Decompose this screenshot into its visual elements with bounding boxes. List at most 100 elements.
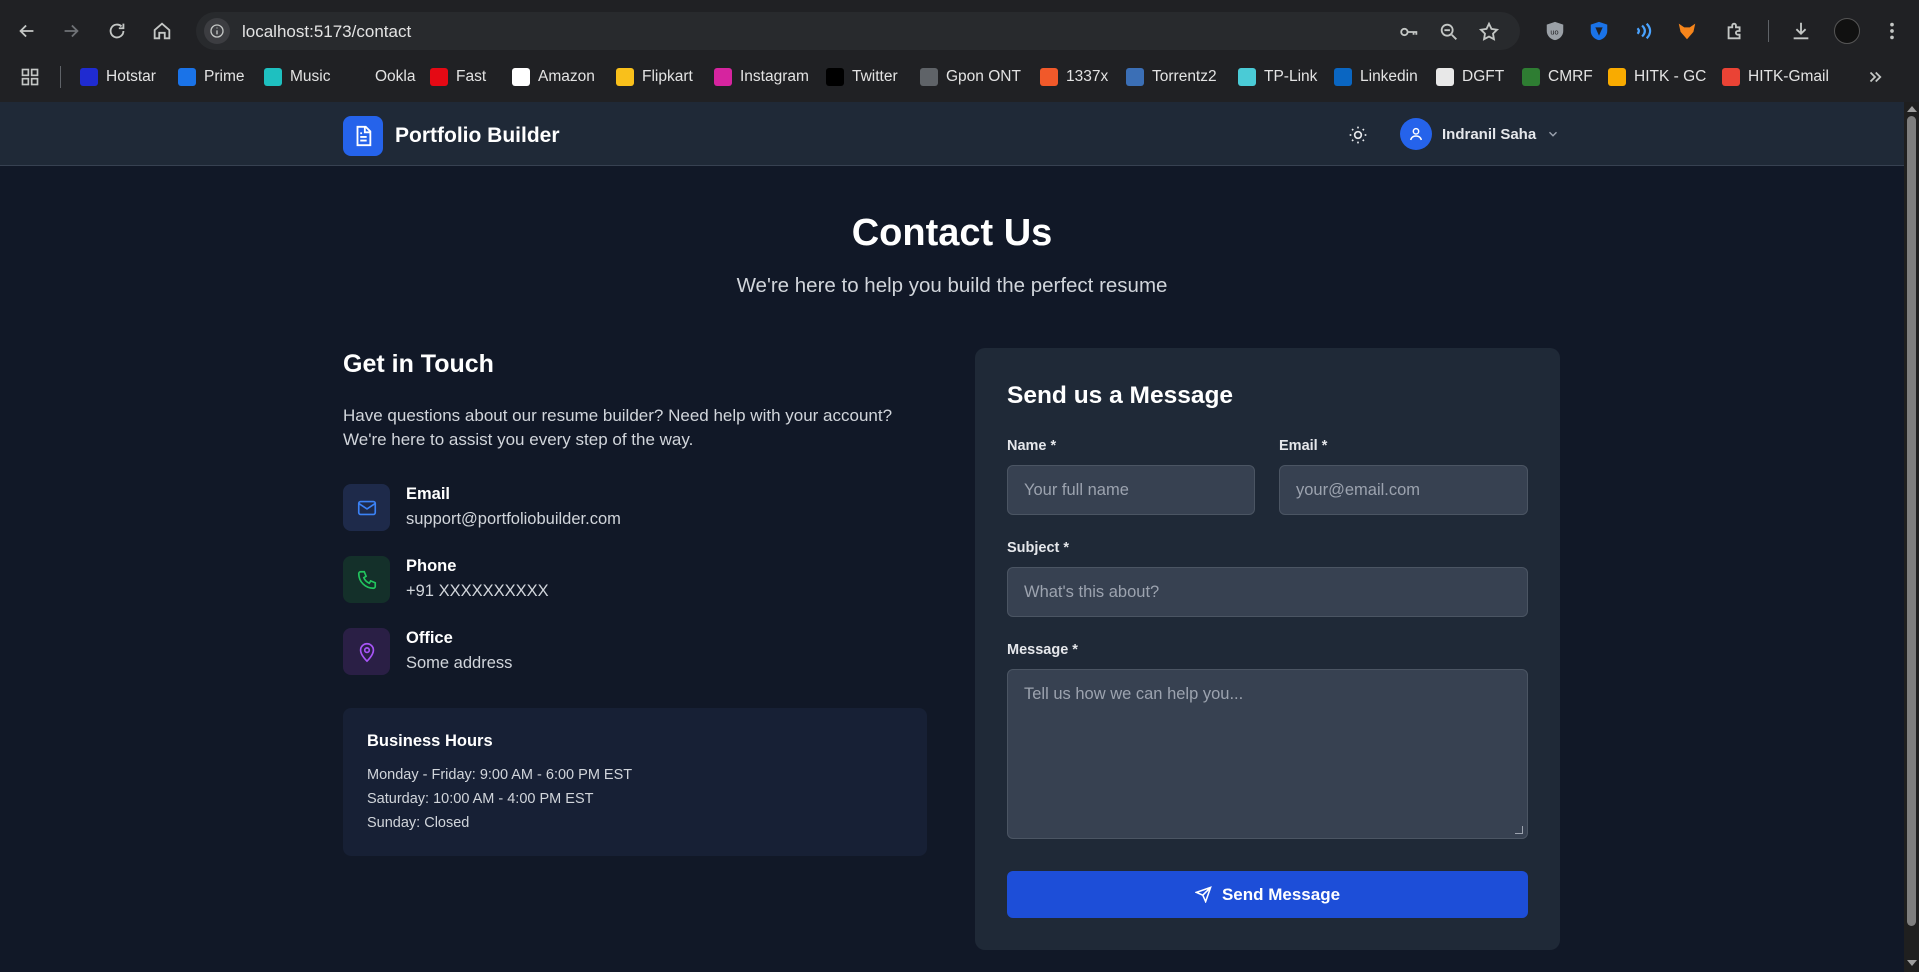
- menu-kebab-icon[interactable]: [1879, 18, 1905, 44]
- scroll-up-arrow[interactable]: [1907, 106, 1917, 112]
- downloads-icon[interactable]: [1788, 18, 1814, 44]
- reload-icon: [109, 23, 125, 39]
- phone-icon: [343, 556, 390, 603]
- apps-grid-icon[interactable]: [20, 66, 40, 88]
- toolbar-divider: [1768, 20, 1769, 42]
- bookmark-label: CMRF: [1548, 68, 1593, 85]
- name-label: Name *: [1007, 438, 1057, 454]
- user-icon: [1400, 118, 1432, 150]
- gmail-icon: [1722, 68, 1740, 86]
- ookla-icon: [349, 68, 367, 86]
- classroom-icon: [1608, 68, 1626, 86]
- user-menu-button[interactable]: Indranil Saha: [1400, 118, 1560, 150]
- fast-icon: [430, 68, 448, 86]
- bookmark-label: Amazon: [538, 68, 595, 85]
- bookmark-music[interactable]: Music: [264, 66, 330, 88]
- brand[interactable]: Portfolio Builder: [343, 116, 560, 156]
- hours-line: Sunday: Closed: [367, 815, 470, 831]
- hours-line: Monday - Friday: 9:00 AM - 6:00 PM EST: [367, 767, 633, 783]
- user-name: Indranil Saha: [1442, 125, 1537, 143]
- contact-label: Phone: [406, 557, 457, 575]
- contact-form: Send us a Message Name * Your full name …: [975, 348, 1560, 950]
- instagram-icon: [714, 68, 732, 86]
- arrow-left-icon: [19, 24, 34, 38]
- name-input[interactable]: Your full name: [1007, 465, 1255, 515]
- email-address[interactable]: support@portfoliobuilder.com: [406, 510, 621, 529]
- contact-office: Office Some address: [343, 628, 512, 675]
- bookmark-label: Prime: [204, 68, 245, 85]
- subject-input[interactable]: What's this about?: [1007, 567, 1528, 617]
- x-twitter-icon: [826, 68, 844, 86]
- extensions-puzzle-icon[interactable]: [1722, 18, 1748, 44]
- music-icon: [264, 68, 282, 86]
- key-icon[interactable]: [1398, 21, 1420, 43]
- profile-avatar-icon[interactable]: [1834, 18, 1860, 44]
- bookmark-twitter[interactable]: Twitter: [826, 66, 898, 88]
- chevron-down-icon: [1549, 131, 1558, 137]
- star-icon[interactable]: [1478, 21, 1500, 43]
- phone-number: +91 XXXXXXXXXX: [406, 582, 549, 600]
- email-input[interactable]: your@email.com: [1279, 465, 1528, 515]
- 1337x-icon: [1040, 68, 1058, 86]
- bookmark-label: Gpon ONT: [946, 68, 1021, 85]
- bookmark-hotstar[interactable]: Hotstar: [80, 66, 156, 88]
- bookmark-linkedin[interactable]: Linkedin: [1334, 66, 1418, 88]
- send-message-button[interactable]: Send Message: [1007, 871, 1528, 918]
- contact-phone: Phone +91 XXXXXXXXXX: [343, 556, 549, 603]
- message-label: Message *: [1007, 642, 1078, 658]
- url-text[interactable]: localhost:5173/contact: [242, 22, 411, 42]
- bookmark-tp-link[interactable]: TP-Link: [1238, 66, 1317, 88]
- business-hours-title: Business Hours: [367, 732, 493, 750]
- browser-chrome: localhost:5173/contact uo Hotstar Prime Mu…: [0, 0, 1919, 102]
- more-bookmarks-chevron-icon[interactable]: [1866, 66, 1884, 88]
- bookmark-label: Fast: [456, 68, 487, 85]
- theme-toggle-button[interactable]: [1346, 123, 1370, 147]
- page-subtitle: We're here to help you build the perfect…: [736, 274, 1168, 297]
- bookmark-dgft[interactable]: DGFT: [1436, 66, 1504, 88]
- bookmark-hitk-gmail[interactable]: HITK-Gmail: [1722, 66, 1829, 88]
- get-in-touch-heading: Get in Touch: [343, 350, 494, 378]
- bookmark-label: Linkedin: [1360, 68, 1418, 85]
- scroll-down-arrow[interactable]: [1907, 960, 1917, 966]
- resize-handle[interactable]: [1515, 826, 1523, 834]
- bookmark-cmrf[interactable]: CMRF: [1522, 66, 1593, 88]
- bookmark-label: HITK - GC: [1634, 68, 1707, 85]
- bookmark-hitk-gc[interactable]: HITK - GC: [1608, 66, 1706, 88]
- hotstar-icon: [80, 68, 98, 86]
- bookmark-flipkart[interactable]: Flipkart: [616, 66, 693, 88]
- flipkart-icon: [616, 68, 634, 86]
- bookmark-label: DGFT: [1462, 68, 1505, 85]
- reload-button[interactable]: [102, 16, 132, 46]
- bookmark-label: HITK-Gmail: [1748, 68, 1829, 85]
- bookmark-label: 1337x: [1066, 68, 1109, 85]
- shield-extension-icon[interactable]: [1586, 18, 1612, 44]
- page-viewport: Portfolio Builder Indranil Saha Contact …: [0, 102, 1904, 972]
- bookmark-label: Twitter: [852, 68, 898, 85]
- contact-email: Email support@portfoliobuilder.com: [343, 484, 621, 531]
- bookmark-torrentz2[interactable]: Torrentz2: [1126, 66, 1217, 88]
- forward-button[interactable]: [56, 16, 86, 46]
- contact-label: Office: [406, 629, 453, 647]
- home-button[interactable]: [147, 16, 177, 46]
- scrollbar-thumb[interactable]: [1907, 116, 1916, 926]
- bookmark-label: Torrentz2: [1152, 68, 1217, 85]
- address-bar[interactable]: localhost:5173/contact: [196, 12, 1520, 50]
- message-textarea[interactable]: Tell us how we can help you...: [1007, 669, 1528, 839]
- bookmark-instagram[interactable]: Instagram: [714, 66, 809, 88]
- send-message-label: Send Message: [1221, 884, 1341, 904]
- zoom-icon[interactable]: [1438, 21, 1460, 43]
- back-button[interactable]: [12, 16, 42, 46]
- wave-extension-icon[interactable]: [1630, 18, 1656, 44]
- fox-extension-icon[interactable]: [1674, 18, 1700, 44]
- bookmark-amazon[interactable]: Amazon: [512, 66, 595, 88]
- bookmark-1337x[interactable]: 1337x: [1040, 66, 1108, 88]
- bookmark-ookla[interactable]: Ookla: [349, 66, 416, 88]
- site-info-icon[interactable]: [204, 18, 230, 44]
- bookmark-label: Instagram: [740, 68, 809, 85]
- bookmark-fast[interactable]: Fast: [430, 66, 486, 88]
- page-scrollbar[interactable]: [1904, 102, 1919, 972]
- ublock-extension-icon[interactable]: uo: [1542, 18, 1568, 44]
- bookmark-prime[interactable]: Prime: [178, 66, 244, 88]
- bookmark-gpon-ont[interactable]: Gpon ONT: [920, 66, 1021, 88]
- tplink-icon: [1238, 68, 1256, 86]
